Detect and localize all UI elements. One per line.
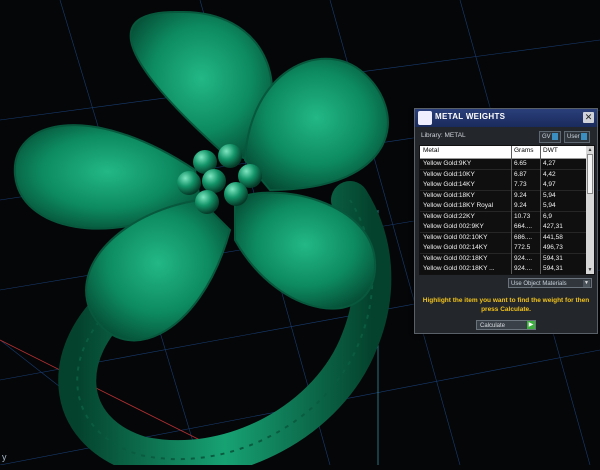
table-row[interactable]: Yellow Gold 002:18KY ... 924.... 594,31 (420, 264, 586, 274)
column-header-grams[interactable]: Grams (514, 147, 534, 154)
cell-metal: Yellow Gold:22KY (423, 212, 475, 220)
axis-label: y (2, 452, 7, 462)
cell-grams: 924.... (514, 265, 533, 272)
cell-metal: Yellow Gold 002:10KY (423, 233, 488, 241)
materials-label: Use Object Materials (511, 281, 567, 287)
column-header-dwt[interactable]: DWT (543, 147, 558, 154)
cell-metal: Yellow Gold:18KY Royal (423, 202, 494, 209)
cell-dwt: 6,9 (543, 212, 553, 220)
close-button[interactable]: ✕ (583, 112, 594, 123)
scroll-thumb[interactable] (587, 154, 593, 194)
table-row[interactable]: Yellow Gold:18KY Royal 9.24 5,94 (420, 201, 586, 212)
table-row[interactable]: Yellow Gold:18KY 9.24 5,94 (420, 190, 586, 202)
table-row[interactable]: Yellow Gold:14KY 7.73 4,97 (420, 180, 586, 191)
table-row[interactable]: Yellow Gold 002:10KY 686.... 441,58 (420, 232, 586, 244)
cell-grams: 772.5 (514, 244, 531, 251)
cell-metal: Yellow Gold 002:18KY ... (423, 265, 495, 272)
table-row[interactable]: Yellow Gold 002:18KY 924.... 594,31 (420, 253, 586, 265)
table-header: Metal Grams DWT (420, 146, 586, 159)
cell-dwt: 441,58 (543, 233, 563, 241)
calculate-label: Calculate (480, 323, 506, 329)
cell-metal: Yellow Gold:14KY (423, 181, 475, 188)
table-scrollbar[interactable]: ▲ ▼ (586, 146, 594, 274)
user-info-icon (580, 132, 587, 140)
cell-dwt: 4,27 (543, 160, 556, 167)
cell-dwt: 5,94 (543, 202, 556, 209)
cell-metal: Yellow Gold 002:9KY (423, 223, 484, 230)
cell-grams: 924.... (514, 254, 533, 262)
cell-dwt: 4,97 (543, 181, 556, 188)
cell-dwt: 4,42 (543, 170, 556, 178)
library-label: Library: METAL (421, 132, 466, 139)
cell-grams: 6.65 (514, 160, 527, 167)
app-logo-icon (418, 111, 432, 125)
cell-metal: Yellow Gold 002:18KY (423, 254, 488, 262)
user-toggle[interactable]: User (564, 131, 590, 143)
cell-dwt: 594,31 (543, 265, 563, 272)
panel-title-bar[interactable]: METAL WEIGHTS ✕ (415, 109, 597, 127)
column-divider (511, 146, 512, 274)
table-row[interactable]: Yellow Gold:22KY 10.73 6,9 (420, 211, 586, 223)
use-object-materials-dropdown[interactable]: Use Object Materials ▼ (508, 278, 592, 288)
cell-dwt: 427,31 (543, 223, 563, 230)
cell-grams: 7.73 (514, 181, 527, 188)
flower-petals (13, 10, 389, 342)
table-row[interactable]: Yellow Gold:9KY 6.65 4,27 (420, 159, 586, 170)
panel-title: METAL WEIGHTS (435, 112, 506, 121)
cell-metal: Yellow Gold:9KY (423, 160, 472, 167)
instructions-text: Highlight the item you want to find the … (422, 297, 590, 313)
column-header-metal[interactable]: Metal (423, 147, 439, 154)
cell-dwt: 496,73 (543, 244, 563, 251)
cell-metal: Yellow Gold:18KY (423, 191, 475, 199)
play-icon[interactable]: ▶ (527, 321, 535, 329)
cell-dwt: 594,31 (543, 254, 563, 262)
cell-grams: 9.24 (514, 202, 527, 209)
table-row[interactable]: Yellow Gold 002:14KY 772.5 496,73 (420, 243, 586, 254)
column-divider (540, 146, 541, 274)
cell-grams: 686.... (514, 233, 533, 241)
cell-metal: Yellow Gold 002:14KY (423, 244, 488, 251)
cell-grams: 9.24 (514, 191, 527, 199)
gv-toggle[interactable]: GV (539, 131, 561, 143)
table-row[interactable]: Yellow Gold:10KY 6.87 4,42 (420, 169, 586, 181)
cell-grams: 664.... (514, 223, 533, 230)
gv-label: GV (542, 134, 551, 140)
metal-table[interactable]: Metal Grams DWT Yellow Gold:9KY 6.65 4,27 Y… (419, 145, 595, 275)
scroll-down-icon[interactable]: ▼ (586, 266, 594, 274)
cell-grams: 6.87 (514, 170, 527, 178)
metal-weights-panel: METAL WEIGHTS ✕ Library: METAL GV User M… (414, 108, 598, 334)
scroll-up-icon[interactable]: ▲ (586, 146, 594, 154)
cell-metal: Yellow Gold:10KY (423, 170, 475, 178)
chevron-down-icon: ▼ (583, 280, 590, 287)
user-label: User (567, 134, 580, 140)
cell-grams: 10.73 (514, 212, 531, 220)
gv-info-icon (551, 132, 558, 140)
table-row[interactable]: Yellow Gold 002:9KY 664.... 427,31 (420, 222, 586, 233)
cell-dwt: 5,94 (543, 191, 556, 199)
